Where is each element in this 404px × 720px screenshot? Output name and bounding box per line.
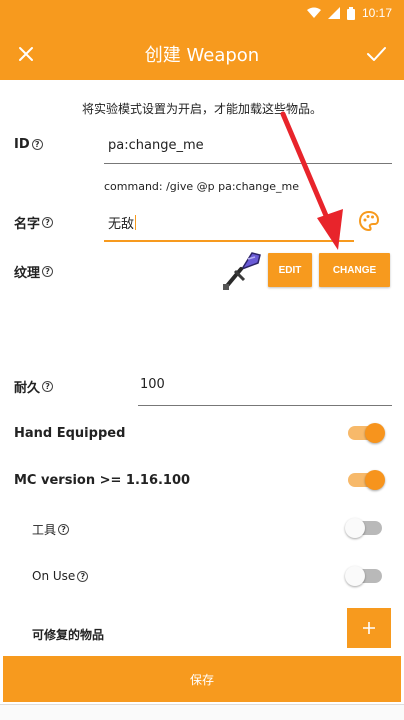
palette-icon[interactable]: [358, 210, 380, 232]
on-use-label-text: On Use: [32, 569, 76, 583]
change-texture-button[interactable]: CHANGE: [319, 253, 390, 287]
help-icon[interactable]: ?: [58, 524, 70, 535]
name-field[interactable]: 无敌: [108, 213, 137, 232]
hand-equipped-label: Hand Equipped: [14, 426, 126, 441]
name-label-text: 名字: [14, 217, 41, 232]
toggle-knob: [345, 518, 365, 538]
texture-label: 纹理 ?: [14, 262, 54, 281]
help-icon[interactable]: ?: [42, 217, 54, 228]
help-icon[interactable]: ?: [42, 266, 54, 277]
confirm-button[interactable]: [362, 40, 390, 68]
save-button[interactable]: 保存: [3, 656, 401, 702]
id-field[interactable]: pa:change_me: [108, 138, 204, 153]
edit-texture-button[interactable]: EDIT: [268, 253, 312, 287]
durability-label: 耐久 ?: [14, 377, 54, 396]
toggle-knob: [345, 566, 365, 586]
page-title: 创建 Weapon: [144, 45, 260, 66]
mc-version-toggle[interactable]: [348, 470, 385, 490]
status-icons: 10:17: [306, 6, 392, 20]
plus-icon: [363, 622, 375, 634]
signal-icon: [327, 7, 340, 19]
id-label: ID ?: [14, 137, 43, 152]
text-cursor: [135, 215, 137, 230]
wifi-icon: [306, 7, 321, 19]
weapon-texture-icon: [220, 249, 262, 291]
tool-label-text: 工具: [32, 523, 57, 537]
on-use-toggle[interactable]: [345, 566, 382, 586]
tool-toggle[interactable]: [345, 518, 382, 538]
texture-label-text: 纹理: [14, 266, 41, 281]
help-icon[interactable]: ?: [42, 381, 54, 392]
id-label-text: ID: [14, 137, 30, 152]
id-field-underline: [104, 163, 392, 164]
name-label: 名字 ?: [14, 213, 54, 232]
name-field-value: 无敌: [108, 217, 135, 232]
durability-label-text: 耐久: [14, 381, 41, 396]
hand-equipped-toggle[interactable]: [348, 423, 385, 443]
help-icon[interactable]: ?: [77, 570, 89, 582]
on-use-label: On Use ?: [32, 569, 89, 583]
battery-icon: [346, 6, 355, 20]
durability-field-underline: [138, 405, 392, 406]
add-repair-item-button[interactable]: [347, 608, 391, 648]
toggle-knob: [365, 470, 385, 490]
app-bar: 创建 Weapon: [0, 28, 404, 80]
help-icon[interactable]: ?: [31, 139, 43, 150]
mc-version-label: MC version >= 1.16.100: [14, 473, 191, 488]
durability-field[interactable]: 100: [140, 377, 165, 392]
status-bar: 10:17: [0, 0, 404, 28]
experimental-notice: 将实验模式设置为开启，才能加载这些物品。: [81, 102, 322, 116]
name-field-underline: [104, 240, 354, 242]
status-time: 10:17: [361, 6, 392, 20]
command-hint: command: /give @p pa:change_me: [104, 180, 299, 193]
tool-label: 工具 ?: [32, 521, 70, 538]
repairable-items-label: 可修复的物品: [32, 628, 105, 642]
check-icon: [367, 47, 386, 61]
toggle-knob: [365, 423, 385, 443]
bottom-strip: [0, 704, 404, 720]
